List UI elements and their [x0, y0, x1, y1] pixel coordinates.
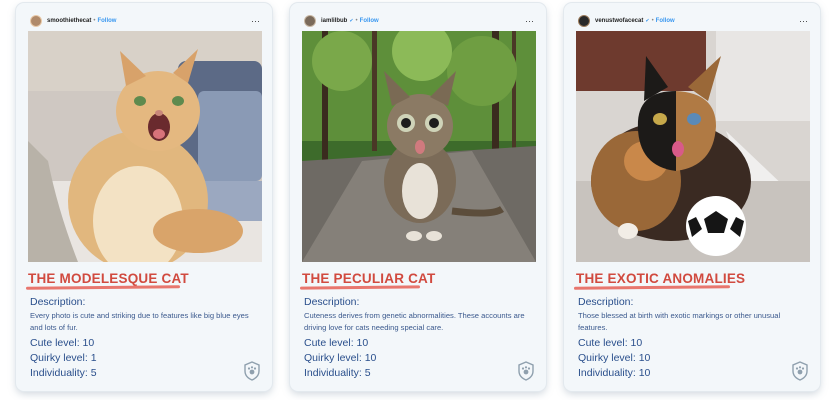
post-header: iamlilbub ✔ • Follow ···	[304, 13, 534, 29]
quirky-value: 10	[638, 352, 651, 364]
verified-badge-icon: ✔	[645, 18, 650, 24]
individuality-level: Individuality: 5	[304, 367, 371, 379]
individuality-value: 5	[90, 367, 97, 379]
avatar[interactable]	[30, 15, 42, 27]
cute-value: 10	[356, 337, 369, 349]
individuality-value: 5	[364, 367, 371, 379]
description-text: Every photo is cute and striking due to …	[30, 311, 249, 332]
quirky-level: Quirky level: 10	[304, 352, 377, 364]
individuality-value: 10	[638, 367, 651, 379]
cat-card-exotic: venustwofacecat ✔ • Follow ··· THE EXOTI…	[564, 3, 820, 391]
cat-photo	[576, 31, 810, 262]
username[interactable]: venustwofacecat	[595, 18, 643, 24]
quirky-level: Quirky level: 1	[30, 352, 97, 364]
cat-photo	[28, 31, 262, 262]
separator-dot: •	[93, 18, 96, 24]
separator-dot: •	[651, 18, 654, 24]
cat-card-peculiar: iamlilbub ✔ • Follow ··· THE PECULIAR CA…	[290, 3, 546, 391]
follow-link[interactable]: Follow	[97, 18, 116, 24]
quirky-level: Quirky level: 10	[578, 352, 651, 364]
description-label: Description:	[304, 296, 360, 308]
post-header: venustwofacecat ✔ • Follow ···	[578, 13, 808, 29]
cute-value: 10	[82, 337, 95, 349]
username[interactable]: smoothiethecat	[47, 18, 91, 24]
cute-value: 10	[630, 337, 643, 349]
cute-level: Cute level: 10	[304, 337, 369, 349]
title-underline	[299, 285, 421, 290]
description-text: Cuteness derives from genetic abnormalit…	[304, 311, 525, 332]
description-label: Description:	[30, 296, 86, 308]
more-options-icon[interactable]: ···	[525, 17, 534, 26]
individuality-level: Individuality: 5	[30, 367, 97, 379]
card-title: THE EXOTIC ANOMALIES	[576, 271, 746, 286]
avatar[interactable]	[578, 15, 590, 27]
card-title: THE PECULIAR CAT	[302, 271, 436, 286]
verified-badge-icon: ✔	[349, 18, 354, 24]
description-label: Description:	[578, 296, 634, 308]
username[interactable]: iamlilbub	[321, 18, 347, 24]
description-text: Those blessed at birth with exotic marki…	[578, 311, 781, 332]
title-underline	[573, 285, 731, 290]
quirky-value: 10	[364, 352, 377, 364]
cat-photo	[302, 31, 536, 262]
separator-dot: •	[355, 18, 358, 24]
individuality-level: Individuality: 10	[578, 367, 651, 379]
cat-paw-badge-icon	[792, 361, 808, 381]
follow-link[interactable]: Follow	[656, 18, 675, 24]
title-underline	[25, 285, 181, 290]
post-header: smoothiethecat • Follow ···	[30, 13, 260, 29]
cat-paw-badge-icon	[244, 361, 260, 381]
cute-level: Cute level: 10	[30, 337, 95, 349]
quirky-value: 1	[90, 352, 97, 364]
more-options-icon[interactable]: ···	[799, 17, 808, 26]
card-title: THE MODELESQUE CAT	[28, 271, 189, 286]
cat-paw-badge-icon	[518, 361, 534, 381]
avatar[interactable]	[304, 15, 316, 27]
cute-level: Cute level: 10	[578, 337, 643, 349]
more-options-icon[interactable]: ···	[251, 17, 260, 26]
cat-card-modelesque: smoothiethecat • Follow ··· THE MODELESQ…	[16, 3, 272, 391]
follow-link[interactable]: Follow	[360, 18, 379, 24]
